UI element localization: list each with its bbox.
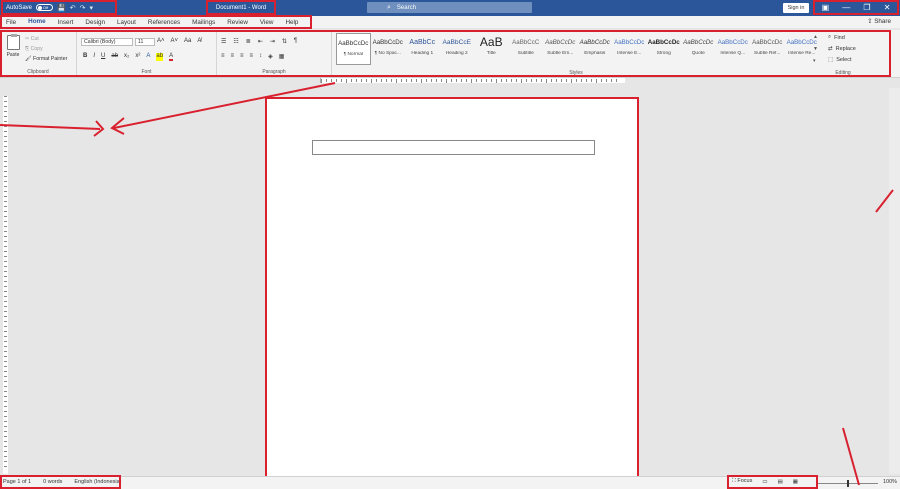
annotation-mark	[842, 427, 860, 486]
word-window: { "titlebar": { "autosave_label": "AutoS…	[0, 0, 900, 489]
annotation-mark	[875, 189, 894, 213]
annotation-arrow-line	[0, 124, 101, 130]
annotation-arrow-line	[113, 82, 336, 129]
annotation-arrows	[0, 82, 894, 486]
